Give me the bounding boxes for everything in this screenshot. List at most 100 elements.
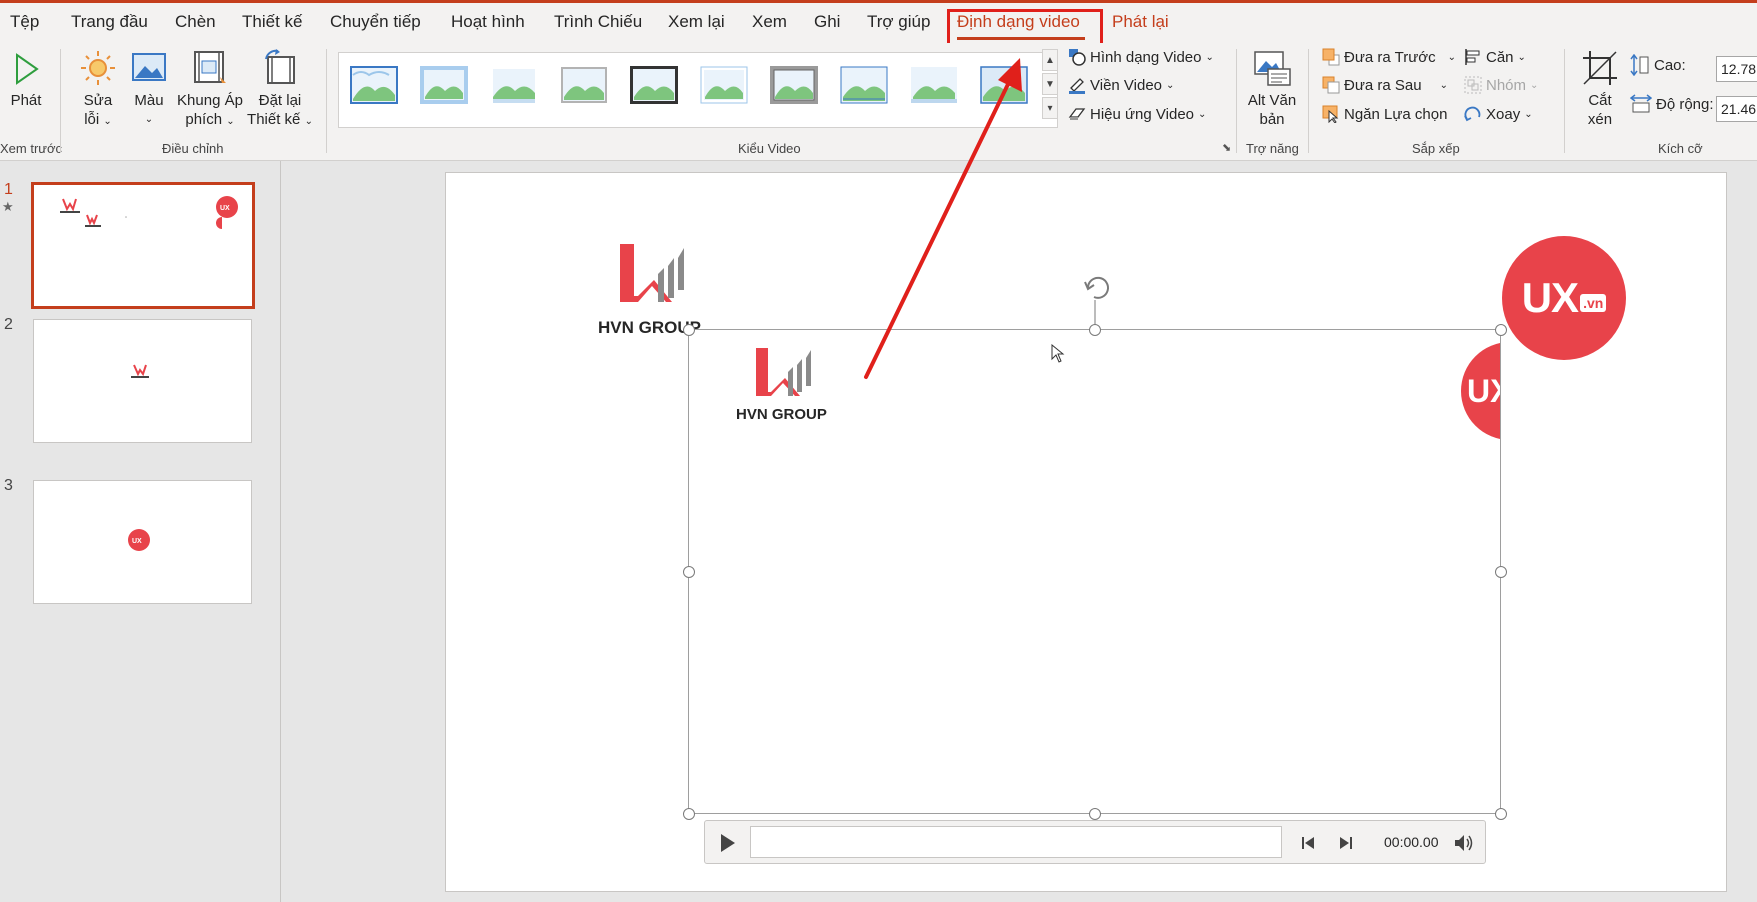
rotate-button[interactable]: Xoay ⌄ <box>1464 105 1533 123</box>
video-style-thumb[interactable] <box>419 65 469 105</box>
rotate-label: Xoay <box>1486 105 1521 123</box>
video-style-thumb[interactable] <box>979 65 1029 105</box>
height-input[interactable]: 12.78 <box>1716 56 1757 82</box>
slide-thumbnail-1[interactable]: UX <box>31 182 255 309</box>
resize-handle-bottom-left[interactable] <box>683 808 695 820</box>
resize-handle-bottom[interactable] <box>1089 808 1101 820</box>
tab-view[interactable]: Xem <box>752 12 787 32</box>
hvn-logo-in-video: HVN GROUP <box>736 344 836 434</box>
corrections-label-1: Sửa <box>83 92 113 109</box>
dialog-launcher-icon[interactable]: ⬊ <box>1222 141 1231 154</box>
ux-logo-text: UX <box>1521 274 1579 321</box>
ux-logo-back[interactable]: UX .vn <box>1502 236 1626 360</box>
selection-pane-icon <box>1322 105 1339 123</box>
tab-review[interactable]: Xem lại <box>668 12 725 32</box>
separator <box>60 49 61 153</box>
tab-transitions[interactable]: Chuyển tiếp <box>330 12 421 32</box>
gallery-scroll-up[interactable]: ▲ <box>1042 49 1058 71</box>
width-input[interactable]: 21.46 <box>1716 96 1757 122</box>
sun-icon <box>81 51 115 85</box>
video-effects-button[interactable]: Hiệu ứng Video ⌄ <box>1068 105 1206 123</box>
hvn-logo-back[interactable]: HVN GROUP <box>598 240 713 340</box>
group-label-preview: Xem trước <box>0 141 63 156</box>
resize-handle-top-right[interactable] <box>1495 324 1507 336</box>
video-style-thumb[interactable] <box>489 65 539 105</box>
ribbon: Phát Xem trước Sửa lỗi ⌄ Màu ⌄ Khung Áp … <box>0 43 1757 161</box>
tab-help[interactable]: Trợ giúp <box>867 12 930 32</box>
video-shape-label: Hình dạng Video <box>1090 48 1202 66</box>
gallery-scroll-down[interactable]: ▼ <box>1042 73 1058 95</box>
video-style-thumb[interactable] <box>349 65 399 105</box>
tab-design[interactable]: Thiết kế <box>242 12 302 32</box>
step-back-icon[interactable] <box>1299 834 1317 852</box>
send-backward-button[interactable]: Đưa ra Sau ⌄ <box>1322 76 1448 94</box>
video-style-thumb[interactable] <box>769 65 819 105</box>
slide-number: 1 <box>4 181 13 198</box>
video-border-button[interactable]: Viền Video ⌄ <box>1068 76 1174 94</box>
reset-design-button[interactable]: Đặt lại Thiết kế ⌄ <box>246 49 314 131</box>
video-shape-icon <box>1069 49 1086 66</box>
reset-label-2: Thiết kế ⌄ <box>246 110 314 131</box>
chevron-down-icon: ⌄ <box>144 114 154 125</box>
tab-animations[interactable]: Hoạt hình <box>451 12 525 32</box>
separator <box>1564 49 1565 153</box>
video-placeholder[interactable]: HVN GROUP UX <box>688 329 1501 814</box>
slide-3-preview: UX <box>128 529 150 551</box>
video-style-thumb[interactable] <box>559 65 609 105</box>
resize-handle-top-left[interactable] <box>683 324 695 336</box>
resize-handle-right[interactable] <box>1495 566 1507 578</box>
poster-frame-button[interactable]: Khung Áp phích ⌄ <box>176 49 244 131</box>
group-label-size: Kích cỡ <box>1658 141 1703 156</box>
slide-thumbnail-3[interactable]: UX <box>33 480 252 604</box>
group-button[interactable]: Nhóm ⌄ <box>1464 76 1538 94</box>
alt-text-button[interactable]: Alt Văn bản <box>1246 49 1298 129</box>
video-style-thumb[interactable] <box>699 65 749 105</box>
hvn-logo-mark <box>756 348 811 396</box>
tab-home[interactable]: Trang đầu <box>71 12 148 32</box>
ux-logo-suffix: .vn <box>1580 294 1607 312</box>
corrections-button[interactable]: Sửa lỗi ⌄ <box>76 49 120 131</box>
volume-icon[interactable] <box>1453 833 1475 853</box>
tab-playback[interactable]: Phát lại <box>1112 12 1169 32</box>
align-button[interactable]: Căn ⌄ <box>1464 48 1526 66</box>
alt-text-label-2: bản <box>1259 111 1285 128</box>
mouse-cursor-icon <box>1051 344 1065 363</box>
crop-label-1: Cắt <box>1588 92 1612 109</box>
gallery-more[interactable]: ▾ <box>1042 97 1058 119</box>
play-video-icon[interactable] <box>715 831 739 855</box>
selection-pane-button[interactable]: Ngăn Lựa chọn <box>1322 105 1447 123</box>
send-backward-label: Đưa ra Sau <box>1344 76 1422 94</box>
svg-text:UX: UX <box>220 205 230 212</box>
chevron-down-icon: ⌄ <box>1530 79 1539 91</box>
resize-handle-bottom-right[interactable] <box>1495 808 1507 820</box>
slide-2-preview <box>131 364 149 378</box>
poster-label-1: Khung Áp <box>177 92 243 109</box>
play-button[interactable]: Phát <box>8 51 44 110</box>
chevron-down-icon: ⌄ <box>1447 51 1456 63</box>
resize-handle-top[interactable] <box>1089 324 1101 336</box>
color-button[interactable]: Màu ⌄ <box>128 49 170 129</box>
hvn-logo-mark <box>620 244 684 302</box>
pen-border-icon <box>1069 78 1085 94</box>
resize-handle-left[interactable] <box>683 566 695 578</box>
slide-number: 3 <box>4 477 13 494</box>
reset-design-icon <box>265 49 295 84</box>
tab-insert[interactable]: Chèn <box>175 12 216 32</box>
tab-record[interactable]: Ghi <box>814 12 840 32</box>
video-style-thumb[interactable] <box>909 65 959 105</box>
tab-file[interactable]: Tệp <box>10 12 39 32</box>
bring-forward-button[interactable]: Đưa ra Trước ⌄ <box>1322 48 1456 66</box>
slide-thumbnail-2[interactable] <box>33 319 252 443</box>
video-shape-button[interactable]: Hình dạng Video ⌄ <box>1068 48 1214 66</box>
tab-slideshow[interactable]: Trình Chiếu <box>554 12 642 32</box>
group-label-video-styles: Kiểu Video <box>738 141 801 156</box>
play-label: Phát <box>10 92 42 109</box>
video-progress-bar[interactable] <box>750 826 1282 858</box>
crop-button[interactable]: Cắt xén <box>1576 49 1624 129</box>
group-label-arrange: Sắp xếp <box>1412 141 1460 156</box>
chevron-down-icon: ⌄ <box>304 116 313 127</box>
step-forward-icon[interactable] <box>1337 834 1355 852</box>
video-style-thumb[interactable] <box>839 65 889 105</box>
rotate-handle-icon[interactable] <box>1080 272 1116 330</box>
video-style-thumb[interactable] <box>629 65 679 105</box>
